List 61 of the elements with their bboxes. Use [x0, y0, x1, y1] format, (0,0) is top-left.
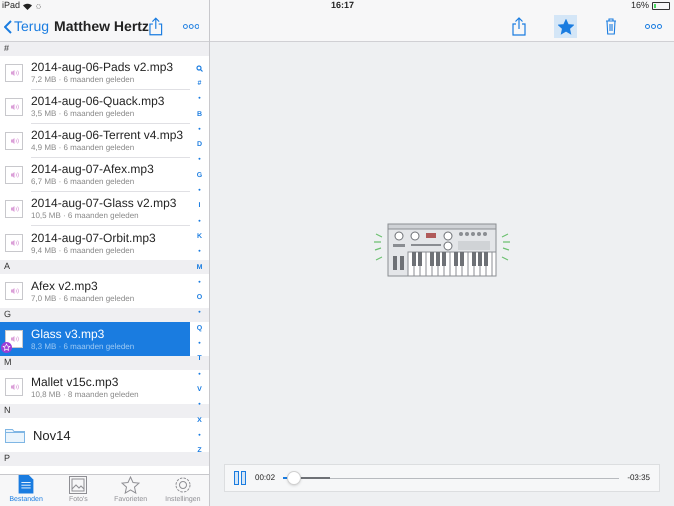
- file-details: 3,5 MB · 6 maanden geleden: [31, 109, 136, 119]
- photo-icon: [69, 476, 88, 494]
- back-button[interactable]: Terug: [4, 16, 50, 37]
- file-details: 7,0 MB · 6 maanden geleden: [31, 294, 136, 304]
- audio-file-icon: [5, 234, 23, 252]
- wifi-icon: [23, 2, 32, 10]
- folder-icon: [5, 427, 25, 443]
- settings-icon: [174, 476, 192, 494]
- file-name: Glass v3.mp3: [31, 326, 106, 342]
- battery-percent: 16%: [630, 0, 649, 12]
- file-name: 2014-aug-06-Pads v2.mp3: [31, 60, 174, 75]
- pause-button[interactable]: [234, 471, 246, 485]
- slider-thumb[interactable]: [286, 471, 301, 485]
- seek-slider[interactable]: [283, 471, 620, 485]
- file-name: 2014-aug-07-Glass v2.mp3: [31, 196, 178, 211]
- file-name: 2014-aug-07-Afex.mp3: [31, 162, 155, 177]
- section-header: #: [4, 42, 10, 56]
- file-name: 2014-aug-06-Terrent v4.mp3: [31, 128, 184, 143]
- section-header: A: [4, 260, 10, 274]
- audio-file-icon: [5, 282, 23, 300]
- file-details: 10,5 MB · 6 maanden geleden: [31, 211, 140, 221]
- search-icon[interactable]: [196, 65, 203, 72]
- chevron-left-icon: [4, 20, 12, 34]
- audio-file-icon: [5, 64, 23, 82]
- more-icon[interactable]: [645, 24, 662, 29]
- section-header: P: [4, 452, 10, 466]
- audio-file-icon: [5, 166, 23, 184]
- favorite-button[interactable]: [554, 15, 577, 38]
- clock-time: 16:17: [331, 0, 354, 12]
- audio-file-icon: [5, 200, 23, 218]
- device-name: iPad: [2, 0, 20, 12]
- battery-icon: [652, 2, 670, 10]
- file-name: 2014-aug-06-Quack.mp3: [31, 94, 166, 109]
- file-details: 4,9 MB · 6 maanden geleden: [31, 143, 136, 153]
- share-icon[interactable]: [148, 17, 163, 36]
- file-details: 9,4 MB · 6 maanden geleden: [31, 246, 136, 256]
- audio-file-icon: [5, 378, 23, 396]
- section-header: G: [4, 308, 12, 322]
- section-header: N: [4, 404, 10, 418]
- file-name: Mallet v15c.mp3: [31, 374, 120, 390]
- file-name: Nov14: [33, 428, 72, 442]
- more-icon[interactable]: [182, 24, 199, 29]
- trash-icon[interactable]: [605, 18, 617, 35]
- section-header: M: [4, 356, 12, 370]
- file-details: 8,3 MB · 6 maanden geleden: [31, 342, 136, 352]
- file-details: 10,8 MB · 8 maanden geleden: [31, 390, 140, 400]
- share-icon[interactable]: [512, 17, 526, 36]
- elapsed-time: 00:02: [255, 472, 276, 484]
- star-icon: [121, 476, 140, 494]
- file-name: 2014-aug-07-Orbit.mp3: [31, 230, 157, 246]
- audio-file-icon: [5, 132, 23, 150]
- folder-title: Matthew Hertz: [54, 17, 149, 36]
- file-details: 7,2 MB · 6 maanden geleden: [31, 75, 136, 85]
- star-icon: [558, 18, 574, 34]
- audio-file-icon: [5, 98, 23, 116]
- file-details: 6,7 MB · 6 maanden geleden: [31, 177, 136, 187]
- file-name: Afex v2.mp3: [31, 278, 99, 294]
- audio-file-icon: [5, 330, 23, 348]
- remaining-time: -03:35: [627, 472, 650, 484]
- activity-icon: [35, 2, 42, 10]
- file-row[interactable]: Glass v3.mp3 8,3 MB · 6 maanden geleden: [0, 322, 190, 356]
